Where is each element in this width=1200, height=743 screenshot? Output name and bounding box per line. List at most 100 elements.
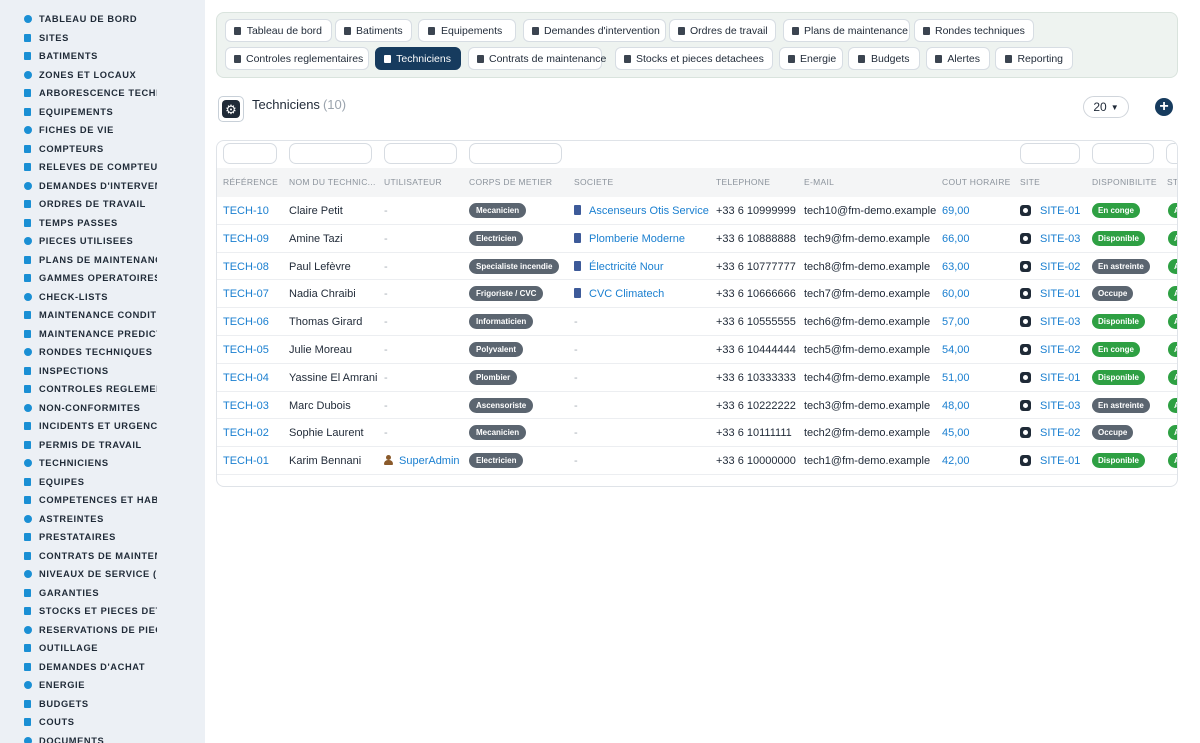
column-header[interactable]: DISPONIBILITE <box>1092 177 1157 187</box>
sidebar-item[interactable]: TECHNICIENS <box>0 454 205 473</box>
reference-link[interactable]: TECH-09 <box>223 233 269 245</box>
sidebar-item[interactable]: PERMIS DE TRAVAIL <box>0 436 205 455</box>
sidebar-item[interactable]: MAINTENANCE PREDICTI <box>0 325 205 344</box>
column-header[interactable]: RÉFÉRENCE <box>223 177 278 187</box>
column-header[interactable]: SITE <box>1020 177 1040 187</box>
sidebar-item[interactable]: RELEVES DE COMPTEURS <box>0 158 205 177</box>
user-link[interactable]: SuperAdmin <box>384 455 460 467</box>
reference-link[interactable]: TECH-05 <box>223 344 269 356</box>
site-code[interactable]: SITE-03 <box>1040 400 1080 412</box>
sidebar-item[interactable]: INCIDENTS ET URGENCES <box>0 417 205 436</box>
tab-stocks-et-pieces-detachees[interactable]: Stocks et pieces detachees <box>615 47 773 70</box>
site-link[interactable]: SITE-01 <box>1020 455 1080 467</box>
sidebar-item[interactable]: GAMMES OPERATOIRES <box>0 269 205 288</box>
company-link[interactable]: Plomberie Moderne <box>574 232 685 245</box>
sidebar-item[interactable]: MAINTENANCE CONDITIO <box>0 306 205 325</box>
sidebar-item[interactable]: FICHES DE VIE <box>0 121 205 140</box>
sidebar-item[interactable]: COMPETENCES ET HABIL <box>0 491 205 510</box>
site-code[interactable]: SITE-01 <box>1040 455 1080 467</box>
column-header[interactable]: E-MAIL <box>804 177 834 187</box>
sidebar-item[interactable]: EQUIPES <box>0 473 205 492</box>
site-code[interactable]: SITE-02 <box>1040 344 1080 356</box>
sidebar-item[interactable]: ASTREINTES <box>0 510 205 529</box>
sidebar-item[interactable]: INSPECTIONS <box>0 362 205 381</box>
site-code[interactable]: SITE-03 <box>1040 233 1080 245</box>
company-link[interactable]: Électricité Nour <box>574 260 664 273</box>
site-code[interactable]: SITE-02 <box>1040 427 1080 439</box>
company-name[interactable]: Ascenseurs Otis Service <box>589 205 709 217</box>
sidebar-item[interactable]: ORDRES DE TRAVAIL <box>0 195 205 214</box>
site-code[interactable]: SITE-02 <box>1040 261 1080 273</box>
sidebar-item[interactable]: CONTROLES REGLEMENT <box>0 380 205 399</box>
add-technician-button[interactable]: + <box>1155 98 1173 116</box>
sidebar-item[interactable]: PLANS DE MAINTENANCE <box>0 251 205 270</box>
tab-equipements[interactable]: Equipements <box>418 19 516 42</box>
sidebar-item[interactable]: CONTRATS DE MAINTENA <box>0 547 205 566</box>
sidebar-item[interactable]: OUTILLAGE <box>0 639 205 658</box>
site-code[interactable]: SITE-01 <box>1040 288 1080 300</box>
sidebar-item[interactable]: EQUIPEMENTS <box>0 103 205 122</box>
company-link[interactable]: CVC Climatech <box>574 288 664 300</box>
tab-reporting[interactable]: Reporting <box>995 47 1073 70</box>
reference-link[interactable]: TECH-07 <box>223 288 269 300</box>
filter-reference-input[interactable] <box>223 143 277 164</box>
sidebar-item[interactable]: DEMANDES D'ACHAT <box>0 658 205 677</box>
sidebar-item[interactable]: ZONES ET LOCAUX <box>0 66 205 85</box>
sidebar-item[interactable]: NIVEAUX DE SERVICE (SL <box>0 565 205 584</box>
column-header[interactable]: TELEPHONE <box>716 177 770 187</box>
site-link[interactable]: SITE-02 <box>1020 260 1080 273</box>
sidebar-item[interactable]: STOCKS ET PIECES DETA <box>0 602 205 621</box>
site-link[interactable]: SITE-01 <box>1020 205 1080 217</box>
company-name[interactable]: Électricité Nour <box>589 261 664 273</box>
column-header[interactable]: ST <box>1167 177 1177 187</box>
site-link[interactable]: SITE-03 <box>1020 232 1080 245</box>
reference-link[interactable]: TECH-03 <box>223 400 269 412</box>
filter-metier-input[interactable] <box>469 143 562 164</box>
sidebar-item[interactable]: DOCUMENTS <box>0 732 205 743</box>
reference-link[interactable]: TECH-06 <box>223 316 269 328</box>
filter-name-input[interactable] <box>289 143 372 164</box>
sidebar-item[interactable]: RONDES TECHNIQUES <box>0 343 205 362</box>
sidebar-item[interactable]: BUDGETS <box>0 695 205 714</box>
tab-budgets[interactable]: Budgets <box>848 47 920 70</box>
sidebar-item[interactable]: GARANTIES <box>0 584 205 603</box>
sidebar-item[interactable]: COMPTEURS <box>0 140 205 159</box>
reference-link[interactable]: TECH-08 <box>223 261 269 273</box>
sidebar-item[interactable]: COUTS <box>0 713 205 732</box>
tab-energie[interactable]: Energie <box>779 47 843 70</box>
tab-demandes-d-intervention[interactable]: Demandes d'intervention <box>523 19 666 42</box>
company-name[interactable]: Plomberie Moderne <box>589 233 685 245</box>
column-header[interactable]: CORPS DE METIER <box>469 177 552 187</box>
sidebar-item[interactable]: ARBORESCENCE TECHNI <box>0 84 205 103</box>
tab-rondes-techniques[interactable]: Rondes techniques <box>914 19 1034 42</box>
column-header[interactable]: NOM DU TECHNIC... <box>289 177 376 187</box>
site-link[interactable]: SITE-01 <box>1020 288 1080 300</box>
sidebar-item[interactable]: DEMANDES D'INTERVENT <box>0 177 205 196</box>
filter-site-input[interactable] <box>1020 143 1080 164</box>
site-link[interactable]: SITE-01 <box>1020 371 1080 384</box>
tab-controles-reglementaires[interactable]: Controles reglementaires <box>225 47 369 70</box>
reference-link[interactable]: TECH-01 <box>223 455 269 467</box>
tab-plans-de-maintenance[interactable]: Plans de maintenance <box>783 19 910 42</box>
tab-techniciens[interactable]: Techniciens <box>375 47 461 70</box>
filter-user-input[interactable] <box>384 143 457 164</box>
site-link[interactable]: SITE-02 <box>1020 343 1080 356</box>
site-code[interactable]: SITE-03 <box>1040 316 1080 328</box>
tab-alertes[interactable]: Alertes <box>926 47 990 70</box>
tab-contrats-de-maintenance[interactable]: Contrats de maintenance <box>468 47 606 70</box>
user-name[interactable]: SuperAdmin <box>399 455 460 467</box>
sidebar-item[interactable]: ENERGIE <box>0 676 205 695</box>
sidebar-item[interactable]: PRESTATAIRES <box>0 528 205 547</box>
sidebar-item[interactable]: RESERVATIONS DE PIECE <box>0 621 205 640</box>
site-code[interactable]: SITE-01 <box>1040 205 1080 217</box>
company-name[interactable]: CVC Climatech <box>589 288 664 300</box>
per-page-select[interactable]: 20 ▼ <box>1083 96 1129 118</box>
sidebar-item[interactable]: BATIMENTS <box>0 47 205 66</box>
tab-tableau-de-bord[interactable]: Tableau de bord <box>225 19 332 42</box>
sidebar-item[interactable]: CHECK-LISTS <box>0 288 205 307</box>
tab-ordres-de-travail[interactable]: Ordres de travail <box>669 19 776 42</box>
sidebar-item[interactable]: PIECES UTILISEES <box>0 232 205 251</box>
site-link[interactable]: SITE-03 <box>1020 316 1080 328</box>
sidebar-item[interactable]: SITES <box>0 29 205 48</box>
reference-link[interactable]: TECH-04 <box>223 372 269 384</box>
